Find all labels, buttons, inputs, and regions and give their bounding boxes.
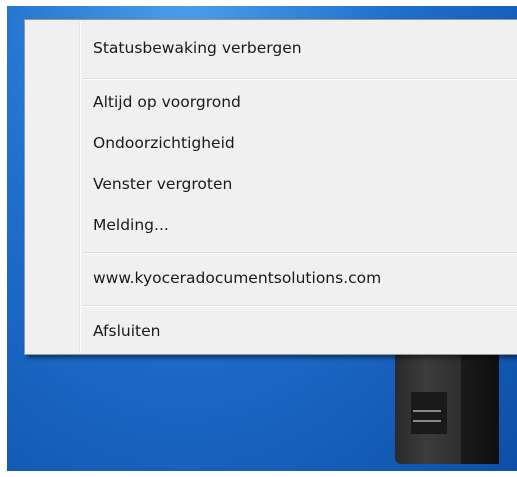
- printer-panel: [411, 392, 447, 434]
- context-menu: Statusbewaking verbergen Altijd op voorg…: [24, 19, 517, 355]
- menu-item-always-on-top[interactable]: Altijd op voorgrond: [27, 83, 517, 121]
- menu-item-enlarge-window[interactable]: Venster vergroten: [27, 165, 517, 203]
- menu-separator: [83, 78, 517, 80]
- menu-item-hide-status-monitor[interactable]: Statusbewaking verbergen: [27, 29, 517, 67]
- menu-separator: [83, 305, 517, 307]
- printer-icon[interactable]: [395, 352, 499, 464]
- printer-slot: [413, 410, 441, 412]
- menu-item-notification[interactable]: Melding...: [27, 206, 517, 244]
- printer-side: [461, 352, 499, 464]
- menu-item-exit[interactable]: Afsluiten: [27, 312, 517, 350]
- menu-item-opacity[interactable]: Ondoorzichtigheid: [27, 124, 517, 162]
- menu-separator: [83, 252, 517, 254]
- printer-slot: [413, 420, 441, 422]
- menu-item-website-link[interactable]: www.kyoceradocumentsolutions.com: [27, 259, 517, 297]
